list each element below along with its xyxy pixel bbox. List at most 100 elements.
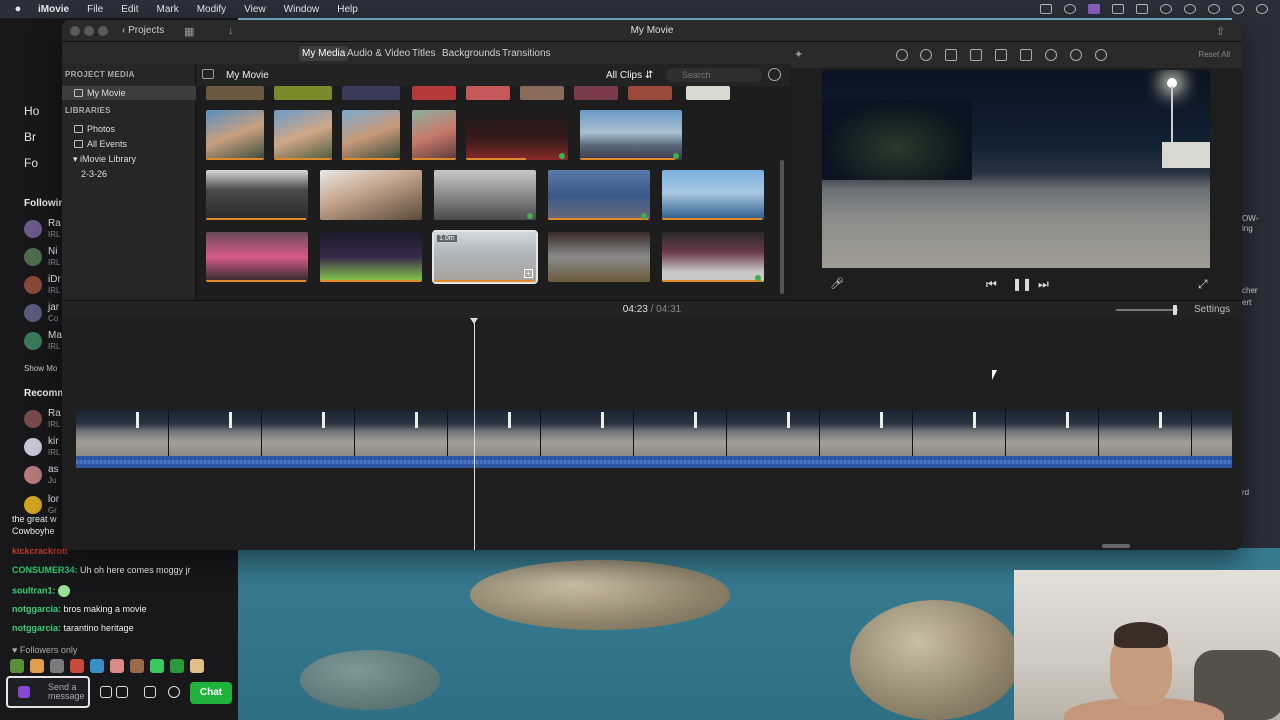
share-icon[interactable]: ⇧ bbox=[1216, 25, 1225, 38]
media-clip-selected[interactable]: 1.0m + bbox=[432, 230, 538, 284]
playhead-handle[interactable] bbox=[470, 318, 478, 324]
nav-home[interactable]: Ho bbox=[24, 104, 39, 118]
volume-icon[interactable] bbox=[995, 49, 1007, 61]
status-app-icon[interactable] bbox=[1040, 4, 1052, 14]
emote-icon[interactable] bbox=[110, 659, 124, 673]
emote-icon[interactable] bbox=[90, 659, 104, 673]
library-item-event[interactable]: 2-3-26 bbox=[62, 167, 196, 181]
media-clip[interactable] bbox=[548, 170, 650, 220]
avatar[interactable] bbox=[24, 438, 42, 456]
media-clip[interactable] bbox=[206, 86, 264, 100]
recommended-name[interactable]: kir bbox=[48, 436, 59, 447]
media-clip[interactable] bbox=[412, 110, 456, 160]
chat-username[interactable]: soultran1: bbox=[12, 585, 56, 595]
stabilization-camera-icon[interactable] bbox=[970, 49, 982, 61]
menu-help[interactable]: Help bbox=[337, 4, 358, 15]
magic-wand-icon[interactable]: ✦ bbox=[794, 48, 803, 61]
media-clip[interactable] bbox=[628, 86, 672, 100]
avatar[interactable] bbox=[24, 304, 42, 322]
wifi-icon[interactable] bbox=[1160, 4, 1172, 14]
media-clip[interactable] bbox=[548, 232, 650, 282]
video-viewer[interactable] bbox=[822, 70, 1210, 268]
media-clip[interactable] bbox=[434, 170, 536, 220]
color-balance-icon[interactable] bbox=[896, 49, 908, 61]
timeline-zoom-slider[interactable] bbox=[1116, 309, 1178, 311]
library-item-imovie-library[interactable]: ▾ iMovie Library bbox=[62, 152, 196, 166]
show-more-link[interactable]: Show Mo bbox=[24, 364, 57, 373]
bluetooth-icon[interactable] bbox=[1208, 4, 1220, 14]
emote-picker-icon[interactable] bbox=[100, 686, 112, 698]
siri-icon[interactable] bbox=[1256, 4, 1268, 14]
clip-filter-select[interactable]: All Clips ⇵ bbox=[606, 70, 653, 81]
media-clip[interactable] bbox=[580, 110, 682, 160]
microphone-icon[interactable]: 🎤︎ bbox=[830, 277, 844, 290]
link-icon[interactable] bbox=[116, 686, 128, 698]
chat-username[interactable]: kickcrackrott bbox=[12, 546, 68, 556]
avatar[interactable] bbox=[24, 276, 42, 294]
disclosure-triangle-icon[interactable]: ▾ bbox=[73, 154, 80, 164]
timeline-zoom-knob[interactable] bbox=[1172, 305, 1177, 315]
menu-modify[interactable]: Modify bbox=[197, 4, 226, 15]
chat-send-button[interactable]: Chat bbox=[190, 682, 232, 704]
status-sync-icon[interactable] bbox=[1064, 4, 1076, 14]
avatar[interactable] bbox=[24, 332, 42, 350]
media-clip[interactable] bbox=[466, 110, 568, 160]
info-icon[interactable] bbox=[1095, 49, 1107, 61]
menu-edit[interactable]: Edit bbox=[121, 4, 138, 15]
avatar[interactable] bbox=[24, 410, 42, 428]
battery-icon[interactable] bbox=[1136, 4, 1148, 14]
emote-icon[interactable] bbox=[50, 659, 64, 673]
media-clip[interactable] bbox=[342, 86, 400, 100]
fullscreen-icon[interactable]: ⤢ bbox=[1198, 277, 1208, 292]
sidebar-toggle-icon[interactable] bbox=[202, 69, 214, 79]
avatar[interactable] bbox=[24, 248, 42, 266]
media-clip[interactable] bbox=[412, 86, 456, 100]
chat-username[interactable]: notggarcia: bbox=[12, 604, 61, 614]
media-clip[interactable] bbox=[662, 232, 764, 282]
playhead[interactable] bbox=[474, 318, 475, 550]
avatar[interactable] bbox=[24, 220, 42, 238]
media-clip[interactable] bbox=[520, 86, 564, 100]
avatar[interactable] bbox=[24, 496, 42, 514]
media-clip[interactable] bbox=[662, 170, 764, 220]
follow-name[interactable]: Ra bbox=[48, 218, 61, 229]
pause-icon[interactable]: ❚❚ bbox=[1012, 277, 1032, 291]
timeline-clip-filmstrip[interactable] bbox=[76, 410, 1232, 456]
status-screen-record-icon[interactable] bbox=[1088, 4, 1100, 14]
media-clip[interactable] bbox=[274, 110, 332, 160]
control-center-icon[interactable] bbox=[1232, 4, 1244, 14]
follow-name[interactable]: iDr bbox=[48, 274, 61, 285]
media-clip[interactable] bbox=[206, 232, 308, 282]
status-grid-icon[interactable] bbox=[1112, 4, 1124, 14]
emote-icon[interactable] bbox=[130, 659, 144, 673]
menu-mark[interactable]: Mark bbox=[156, 4, 178, 15]
library-item-photos[interactable]: Photos bbox=[62, 122, 196, 136]
tab-my-media[interactable]: My Media bbox=[299, 46, 349, 61]
media-clip[interactable] bbox=[574, 86, 618, 100]
emote-icon[interactable] bbox=[150, 659, 164, 673]
tab-audio-video[interactable]: Audio & Video bbox=[347, 48, 410, 59]
emote-icon[interactable] bbox=[30, 659, 44, 673]
media-clip[interactable] bbox=[320, 170, 422, 220]
crop-icon[interactable] bbox=[945, 49, 957, 61]
media-clip[interactable] bbox=[206, 110, 264, 160]
menu-app-name[interactable]: iMovie bbox=[38, 4, 69, 15]
menu-view[interactable]: View bbox=[244, 4, 266, 15]
equalizer-icon[interactable] bbox=[1020, 49, 1032, 61]
audio-waveform[interactable] bbox=[76, 456, 1232, 468]
add-clip-plus-icon[interactable]: + bbox=[524, 269, 533, 278]
media-scrollbar[interactable] bbox=[780, 160, 784, 294]
library-item-all-events[interactable]: All Events bbox=[62, 137, 196, 151]
skip-forward-icon[interactable]: ⏭︎ bbox=[1038, 277, 1049, 292]
gear-icon[interactable] bbox=[168, 686, 180, 698]
follow-name[interactable]: Ni bbox=[48, 246, 57, 257]
media-clip[interactable] bbox=[206, 170, 308, 220]
recommended-name[interactable]: Ra bbox=[48, 408, 61, 419]
media-clip[interactable] bbox=[686, 86, 730, 100]
tab-titles[interactable]: Titles bbox=[412, 48, 436, 59]
timeline[interactable] bbox=[62, 318, 1242, 550]
recommended-name[interactable]: lor bbox=[48, 494, 59, 505]
follow-name[interactable]: Ma bbox=[48, 330, 62, 341]
nav-following[interactable]: Fo bbox=[24, 156, 38, 170]
emote-icon[interactable] bbox=[190, 659, 204, 673]
